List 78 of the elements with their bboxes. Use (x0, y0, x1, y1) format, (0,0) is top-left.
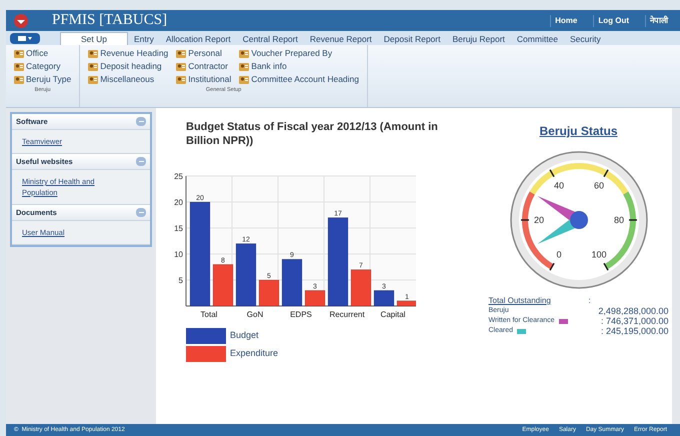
axis-tick-label: 20 (174, 198, 183, 207)
needle-hub (570, 211, 588, 229)
gauge-tick-label: 0 (556, 250, 561, 260)
user-card-icon (176, 62, 186, 71)
gauge-tick-label: 100 (590, 250, 606, 260)
ribbon-item[interactable]: Deposit heading (88, 60, 168, 73)
legend-label: Budget (230, 329, 259, 342)
caret-icon (28, 37, 32, 40)
category-label: GoN (246, 310, 264, 319)
bar (236, 243, 256, 306)
user-card-icon (14, 62, 24, 71)
app-title: PFMIS [TABUCS] (52, 11, 168, 30)
gauge-tick-label: 60 (594, 180, 604, 190)
ribbon-tab[interactable]: Beruju Report (446, 32, 511, 45)
ribbon-item[interactable]: Beruju Type (14, 73, 72, 86)
ribbon-item[interactable]: Category (14, 60, 72, 73)
ribbon-tab[interactable]: Security (564, 32, 607, 45)
ribbon-tab[interactable]: Central Report (236, 32, 304, 45)
header-link[interactable]: Log Out (593, 14, 633, 26)
user-card-icon (239, 62, 250, 71)
logo-icon (14, 14, 28, 28)
user-card-icon (14, 75, 24, 84)
collapse-button[interactable] (136, 117, 146, 126)
ribbon-tab[interactable]: Deposit Report (378, 32, 446, 45)
ribbon-item[interactable]: Miscellaneous (88, 73, 168, 86)
gauge-title: Beruju Status (539, 123, 618, 140)
ribbon-tab[interactable]: Allocation Report (160, 32, 237, 45)
ribbon-item[interactable]: Institutional (176, 73, 232, 86)
user-card-icon (88, 62, 98, 71)
collapse-button[interactable] (136, 208, 146, 217)
bar (258, 280, 280, 306)
bar (304, 290, 326, 306)
user-card-icon (88, 75, 98, 84)
ribbon-item[interactable]: Bank info (239, 60, 360, 73)
ribbon-tab[interactable]: Entry (128, 32, 160, 45)
header-link[interactable]: नेपाली (645, 14, 672, 26)
user-card-icon (176, 75, 186, 84)
category-label: Recurrent (329, 310, 365, 319)
category-label: EDPS (290, 310, 312, 319)
ribbon-tab[interactable]: Committee (510, 32, 564, 45)
app-menu-button[interactable] (10, 33, 40, 44)
axis-tick-label: 5 (178, 276, 183, 285)
bar (212, 264, 234, 306)
summary-colon: : (588, 296, 591, 306)
ribbon-tab[interactable]: Set Up (60, 32, 128, 45)
chart-title: Budget Status of Fiscal year 2012/13 (Amount in Billion NPR)) (186, 120, 439, 148)
row-value: : 245,195,000.00 (600, 326, 668, 336)
collapse-button[interactable] (136, 157, 146, 166)
gauge-tick-label: 20 (534, 215, 544, 225)
bar (350, 269, 372, 306)
ribbon-item[interactable]: Committee Account Heading (239, 73, 360, 86)
user-card-icon (239, 49, 250, 58)
gauge-tick-label: 80 (614, 215, 624, 225)
category-label: Capital (380, 310, 406, 319)
row-value: 2,498,288,000.00 (598, 306, 668, 316)
axis-tick-label: 15 (174, 224, 183, 233)
ribbon-tab[interactable]: Revenue Report (304, 32, 378, 45)
gauge-tick-label: 40 (554, 180, 564, 190)
bar (374, 290, 394, 306)
ribbon-item[interactable]: Voucher Prepared By (239, 47, 360, 60)
user-card-icon (176, 49, 186, 58)
ribbon-item[interactable]: Revenue Heading (88, 47, 168, 60)
user-card-icon (239, 75, 250, 84)
user-card-icon (88, 49, 98, 58)
axis-tick-label: 10 (174, 250, 183, 259)
summary-heading: Total Outstanding (488, 296, 552, 306)
header-link[interactable]: Home (550, 14, 582, 26)
bar (396, 300, 416, 306)
legend-label: Expenditure (230, 347, 278, 360)
window-icon (18, 36, 26, 41)
axis-tick-label: 25 (174, 172, 183, 181)
bar (282, 258, 302, 306)
category-label: Total (200, 310, 218, 319)
ribbon-item[interactable]: Office (14, 47, 72, 60)
ribbon-item[interactable]: Contractor (176, 60, 232, 73)
ribbon-item[interactable]: Personal (176, 47, 232, 60)
row-value: : 746,371,000.00 (600, 316, 668, 326)
user-card-icon (14, 49, 24, 58)
